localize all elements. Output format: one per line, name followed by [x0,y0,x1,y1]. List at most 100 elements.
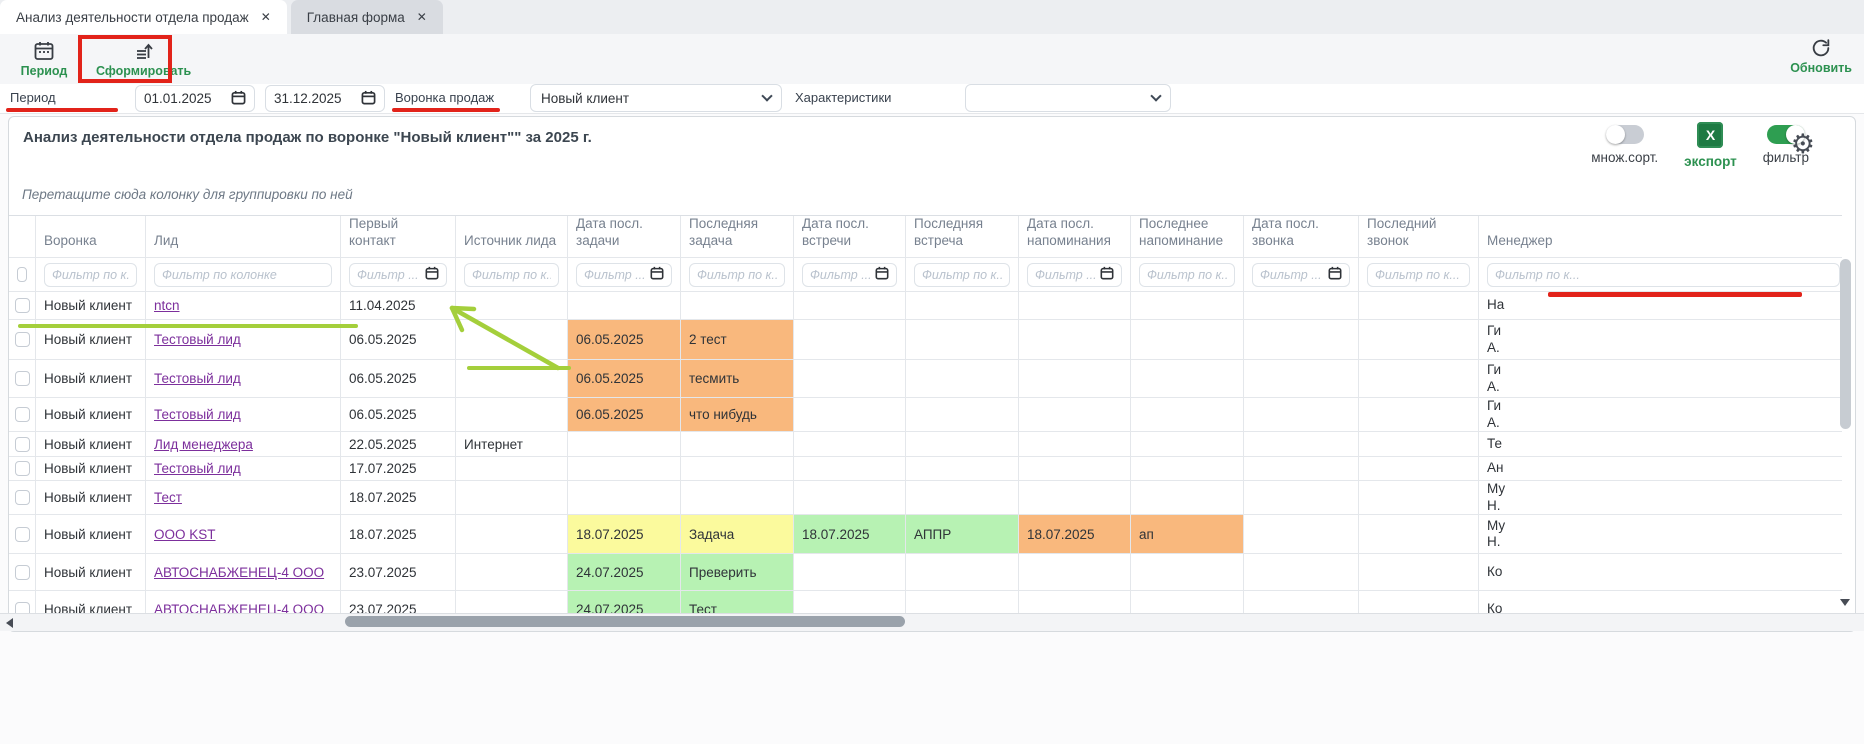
horizontal-scrollbar[interactable] [345,616,905,627]
filter-cell-first_contact: Фильтр ... [341,258,456,292]
lead-link[interactable]: Тестовый лид [154,371,241,386]
date-to-input[interactable]: 31.12.2025 [265,85,385,112]
cell-task [681,457,794,481]
calendar-icon[interactable] [1100,266,1114,283]
column-filter-input-lead[interactable]: Фильтр по колонке [154,263,332,287]
cell-manager: ГиА. [1479,398,1842,432]
row-checkbox-cell [9,457,36,481]
column-header-task[interactable]: Последняя задача [681,216,794,258]
lead-link[interactable]: Лид менеджера [154,437,253,452]
cell-meeting [906,292,1019,320]
row-checkbox[interactable] [15,527,30,542]
column-filter-input-reminder_date[interactable]: Фильтр ... [1027,263,1122,287]
column-filter-input-first_contact[interactable]: Фильтр ... [349,263,447,287]
row-checkbox[interactable] [15,461,30,476]
multisort-toggle[interactable] [1606,125,1644,144]
calendar-icon[interactable] [231,90,246,108]
scroll-left-icon[interactable] [6,618,13,628]
lead-link[interactable]: Тестовый лид [154,461,241,476]
cell-lead: Тестовый лид [146,398,341,432]
row-checkbox[interactable] [15,332,30,347]
lead-link[interactable]: ntcn [154,298,180,313]
cell-task: тесмить [681,360,794,398]
lead-link[interactable]: Тестовый лид [154,407,241,422]
filter-cell-call: Фильтр по к... [1359,258,1479,292]
column-filter-input-meeting_date[interactable]: Фильтр ... [802,263,897,287]
scroll-down-icon[interactable] [1840,599,1850,606]
row-checkbox[interactable] [15,602,30,614]
calendar-icon[interactable] [650,266,664,283]
lead-link[interactable]: АВТОСНАБЖЕНЕЦ-4 ООО [154,602,324,614]
column-filter-input-call[interactable]: Фильтр по к... [1367,263,1470,287]
column-header-meeting[interactable]: Последняя встреча [906,216,1019,258]
column-filter-input-reminder[interactable]: Фильтр по к... [1139,263,1235,287]
column-header-call[interactable]: Последний звонок [1359,216,1479,258]
tab-bar: Анализ деятельности отдела продаж ✕ Глав… [0,0,1864,34]
calendar-icon[interactable] [1328,266,1342,283]
cell-call_date [1244,481,1359,515]
calendar-icon[interactable] [425,266,439,283]
vertical-scrollbar[interactable] [1840,259,1851,429]
column-header-call_date[interactable]: Дата посл. звонка [1244,216,1359,258]
row-checkbox[interactable] [15,490,30,505]
funnel-select[interactable]: Новый клиент [530,84,782,112]
column-header-source[interactable]: Источник лида [456,216,568,258]
column-filter-input-call_date[interactable]: Фильтр ... [1252,263,1350,287]
row-checkbox[interactable] [15,371,30,386]
cell-meeting: АППР [906,515,1019,554]
generate-report-button[interactable]: Сформировать [96,40,191,78]
column-header-task_date[interactable]: Дата посл. задачи [568,216,681,258]
cell-task: что нибудь [681,398,794,432]
column-filter-input-manager[interactable]: Фильтр по к... [1487,263,1840,287]
report-controls: множ.сорт. X экспорт фильтр [1591,125,1809,169]
cell-source [456,398,568,432]
filter-cell-call_date: Фильтр ... [1244,258,1359,292]
cell-task_date: 06.05.2025 [568,360,681,398]
column-header-manager[interactable]: Менеджер [1479,216,1842,258]
refresh-icon [1810,37,1832,59]
lead-link[interactable]: Тестовый лид [154,332,241,347]
cell-call_date [1244,292,1359,320]
column-header-meeting_date[interactable]: Дата посл. встречи [794,216,906,258]
calendar-icon[interactable] [361,90,376,108]
tab-main-form[interactable]: Главная форма ✕ [291,0,443,34]
gear-icon[interactable]: ⚙ [1791,131,1815,158]
column-filter-input-funnel[interactable]: Фильтр по к... [44,263,137,287]
cell-lead: ООО KST [146,515,341,554]
column-header-funnel[interactable]: Воронка [36,216,146,258]
close-icon[interactable]: ✕ [417,10,427,24]
cell-reminder_date [1019,320,1131,360]
row-checkbox[interactable] [15,298,30,313]
column-header-reminder_date[interactable]: Дата посл. напоминания [1019,216,1131,258]
date-from-input[interactable]: 01.01.2025 [135,85,255,112]
excel-export-icon[interactable]: X [1697,122,1723,148]
column-filter-input-source[interactable]: Фильтр по к... [464,263,559,287]
tab-sales-analysis[interactable]: Анализ деятельности отдела продаж ✕ [0,0,287,34]
period-filter-label: Период [10,90,56,105]
characteristics-select[interactable] [965,84,1171,112]
lead-link[interactable]: Тест [154,490,182,505]
table-row: Новый клиентntcn11.04.2025На [9,292,1842,320]
column-header-lead[interactable]: Лид [146,216,341,258]
cell-call_date [1244,432,1359,457]
filter-cell-funnel: Фильтр по к... [36,258,146,292]
lead-link[interactable]: АВТОСНАБЖЕНЕЦ-4 ООО [154,565,324,580]
column-filter-input-meeting[interactable]: Фильтр по к... [914,263,1010,287]
cell-task [681,292,794,320]
close-icon[interactable]: ✕ [261,10,271,24]
refresh-button[interactable]: Обновить [1790,37,1852,75]
column-filter-input-task[interactable]: Фильтр по к... [689,263,785,287]
row-checkbox-cell [9,398,36,432]
column-header-reminder[interactable]: Последнее напоминание [1131,216,1244,258]
select-all-checkbox[interactable] [17,267,27,282]
column-filter-input-task_date[interactable]: Фильтр ... [576,263,672,287]
cell-task_date [568,292,681,320]
row-checkbox[interactable] [15,565,30,580]
row-checkbox[interactable] [15,407,30,422]
period-button[interactable]: Период [14,40,74,78]
lead-link[interactable]: ООО KST [154,527,216,542]
calendar-icon[interactable] [875,266,889,283]
cell-manager: ГиА. [1479,320,1842,360]
row-checkbox[interactable] [15,437,30,452]
column-header-first_contact[interactable]: Первый контакт [341,216,456,258]
